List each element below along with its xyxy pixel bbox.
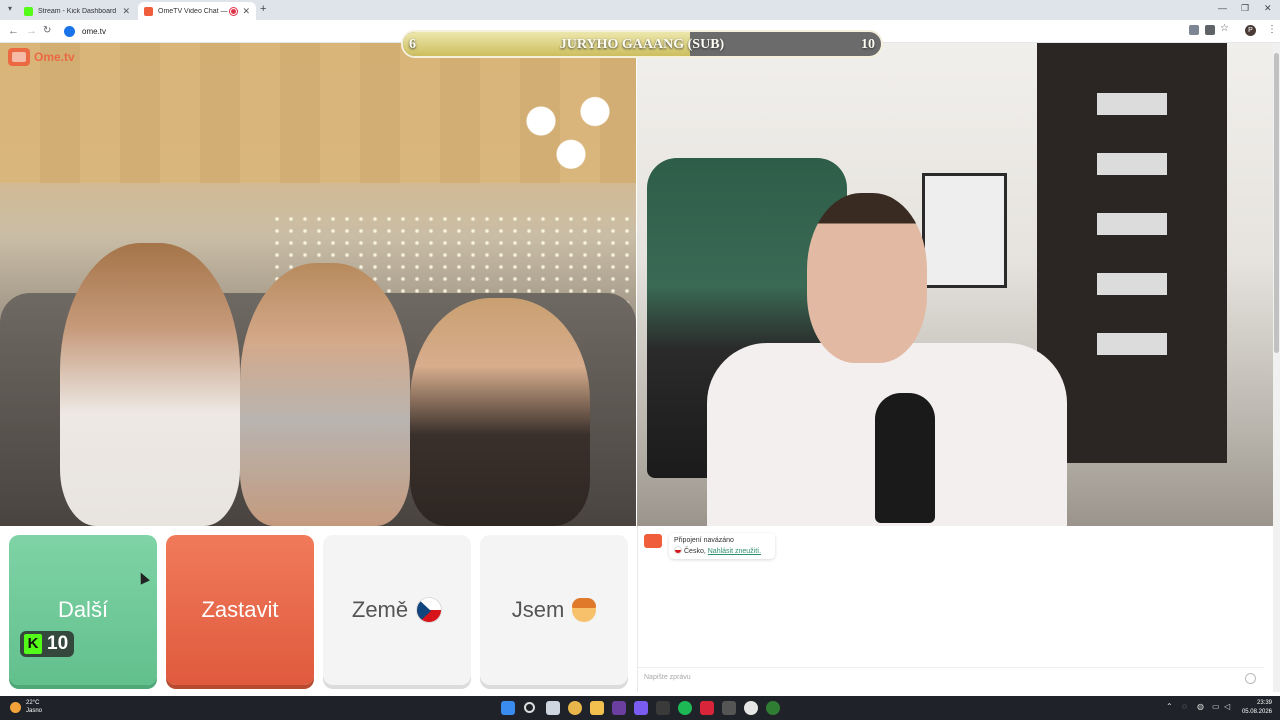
country-name: Česko, bbox=[684, 548, 706, 555]
ometv-logo-text: Ome.tv bbox=[34, 50, 75, 64]
clock-date: 05.08.2026 bbox=[1241, 709, 1272, 715]
system-message: Připojení navázáno Česko, Nahlásit zneuž… bbox=[669, 533, 775, 559]
red-app-icon[interactable] bbox=[700, 701, 714, 715]
sub-goal-title: JURYHO GAAANG (SUB) bbox=[559, 37, 725, 52]
door-panel bbox=[1097, 93, 1167, 115]
recording-indicator-icon bbox=[230, 7, 238, 15]
ometv-favicon-icon bbox=[144, 6, 153, 16]
weather-moon-icon bbox=[10, 701, 21, 713]
country-button-label: Země bbox=[351, 597, 409, 622]
self-video bbox=[637, 43, 1273, 526]
microphone bbox=[875, 393, 935, 523]
spotify-icon[interactable] bbox=[678, 701, 692, 715]
tab-search-icon[interactable]: ▾ bbox=[8, 4, 12, 13]
gender-button[interactable]: Jsem bbox=[480, 535, 628, 685]
person-1 bbox=[60, 243, 240, 526]
app-icon[interactable] bbox=[744, 701, 758, 715]
door-panel bbox=[1097, 333, 1167, 355]
system-message-title: Připojení navázáno bbox=[674, 537, 734, 544]
minimize-icon[interactable]: — bbox=[1218, 3, 1227, 13]
scrollbar-thumb[interactable] bbox=[1274, 53, 1279, 353]
ometv-logo-icon bbox=[8, 48, 30, 66]
weather-widget[interactable]: 22°C Jasno bbox=[10, 699, 42, 715]
volume-icon[interactable]: ◁ bbox=[1224, 702, 1230, 711]
gender-button-label: Jsem bbox=[511, 597, 565, 622]
kick-favicon-icon bbox=[24, 6, 33, 16]
person-2 bbox=[240, 263, 410, 526]
system-message-country: Česko, Nahlásit zneužití. bbox=[674, 546, 770, 557]
tray-app-icon[interactable]: ◌ bbox=[1182, 702, 1187, 711]
bookmark-star-icon[interactable]: ☆ bbox=[1220, 23, 1230, 34]
reload-icon[interactable]: ↻ bbox=[43, 25, 51, 36]
forward-icon[interactable]: → bbox=[26, 25, 37, 37]
chat-panel: Připojení navázáno Česko, Nahlásit zneuž… bbox=[637, 526, 1273, 692]
temperature: 22°C bbox=[26, 700, 40, 706]
profile-avatar[interactable]: P bbox=[1245, 25, 1256, 36]
back-icon[interactable]: ← bbox=[8, 25, 19, 37]
ceiling-lamp bbox=[505, 83, 625, 178]
next-app-icon[interactable] bbox=[612, 701, 626, 715]
site-info-icon[interactable] bbox=[64, 26, 75, 37]
m-app-icon[interactable] bbox=[656, 701, 670, 715]
cast-icon[interactable] bbox=[1205, 25, 1215, 35]
page-scrollbar[interactable] bbox=[1273, 43, 1280, 692]
door-panel bbox=[1097, 273, 1167, 295]
restore-icon[interactable]: ❐ bbox=[1241, 3, 1249, 14]
file-explorer-icon[interactable] bbox=[590, 701, 604, 715]
tab-kick-dashboard[interactable]: Stream - Kick Dashboard ✕ bbox=[18, 2, 136, 20]
tab-ometv[interactable]: OmeTV Video Chat — Ome ✕ bbox=[138, 2, 256, 20]
network-icon[interactable]: ▭ bbox=[1212, 702, 1220, 711]
kick-logo-icon: K bbox=[24, 634, 42, 654]
weather-text: 22°C Jasno bbox=[26, 699, 42, 715]
tool-app-icon[interactable] bbox=[722, 701, 736, 715]
chat-controls: Další K 10 Zastavit Země Jsem bbox=[0, 526, 636, 692]
chrome-icon[interactable] bbox=[568, 701, 582, 715]
streamer bbox=[707, 193, 1067, 526]
translate-icon[interactable] bbox=[1189, 25, 1199, 35]
person-3 bbox=[410, 298, 590, 526]
sub-goal-target: 10 bbox=[861, 37, 875, 52]
task-view-icon[interactable] bbox=[546, 701, 560, 715]
microphone-icon[interactable]: ◍ bbox=[1197, 702, 1204, 711]
kick-count: 10 bbox=[47, 633, 69, 654]
weather-condition: Jasno bbox=[26, 708, 43, 714]
streamer-head bbox=[807, 193, 927, 363]
discord-icon[interactable] bbox=[634, 701, 648, 715]
close-tab-icon[interactable]: ✕ bbox=[122, 6, 130, 17]
next-button-label: Další bbox=[57, 597, 109, 622]
start-icon[interactable] bbox=[501, 701, 515, 715]
clock-time: 23:39 bbox=[1256, 700, 1272, 706]
stranger-video bbox=[0, 43, 636, 526]
ometv-logo[interactable]: Ome.tv bbox=[8, 48, 75, 66]
country-button[interactable]: Země bbox=[323, 535, 471, 685]
stop-button-label: Zastavit bbox=[201, 597, 279, 622]
report-abuse-link[interactable]: Nahlásit zneužití. bbox=[708, 548, 761, 555]
tab-title: OmeTV Video Chat — Ome bbox=[158, 7, 230, 15]
close-window-icon[interactable]: ✕ bbox=[1264, 3, 1272, 14]
ometv-chat-avatar-icon bbox=[644, 534, 662, 548]
czech-flag-icon bbox=[416, 597, 443, 623]
os-taskbar: 22°C Jasno ⌃ ◌ ◍ ▭ ◁ 23:39 05.08.2026 bbox=[0, 696, 1280, 720]
settings-app-icon[interactable] bbox=[766, 701, 780, 715]
tab-title: Stream - Kick Dashboard bbox=[38, 7, 117, 15]
message-input[interactable]: Napište zprávu bbox=[638, 667, 1264, 689]
close-tab-icon[interactable]: ✕ bbox=[242, 6, 250, 17]
browser-tab-bar: ▾ Stream - Kick Dashboard ✕ OmeTV Video … bbox=[0, 0, 1280, 20]
next-button[interactable]: Další K 10 bbox=[9, 535, 157, 685]
new-tab-button[interactable]: + bbox=[260, 3, 266, 15]
kick-badge: K 10 bbox=[20, 631, 75, 657]
boy-emoji-icon bbox=[572, 598, 597, 622]
door-panel bbox=[1097, 213, 1167, 235]
system-clock[interactable]: 23:39 05.08.2026 bbox=[1232, 699, 1272, 717]
stop-button[interactable]: Zastavit bbox=[166, 535, 314, 685]
search-icon[interactable] bbox=[524, 702, 535, 713]
door-panel bbox=[1097, 153, 1167, 175]
czech-flag-icon bbox=[674, 546, 682, 554]
url-text: ome.tv bbox=[82, 27, 107, 36]
browser-menu-icon[interactable]: ⋮ bbox=[1267, 24, 1277, 35]
tray-chevron-icon[interactable]: ⌃ bbox=[1166, 702, 1173, 711]
emoji-icon[interactable] bbox=[1245, 673, 1256, 684]
sub-goal-bar: 6 JURYHO GAAANG (SUB) 10 bbox=[401, 30, 883, 58]
